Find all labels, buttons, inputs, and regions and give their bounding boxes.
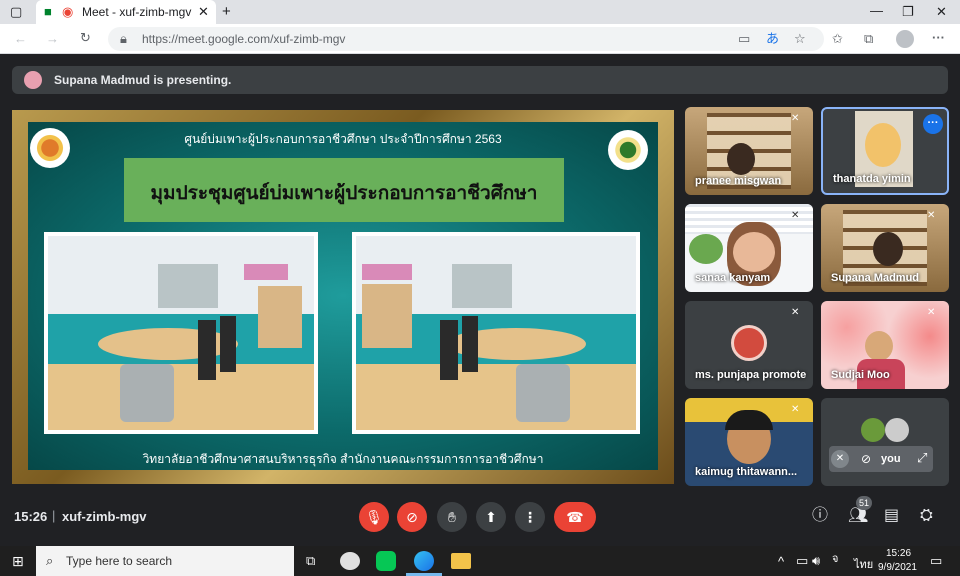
- muted-mic-icon: ✕: [791, 404, 800, 415]
- people-icon[interactable]: 👥︎: [848, 508, 868, 524]
- more-options-button[interactable]: ⋮: [515, 502, 545, 532]
- meeting-time: 15:26: [14, 509, 48, 524]
- participant-avatar: [731, 325, 767, 361]
- presenting-banner: Supana Madmud is presenting.: [12, 66, 948, 94]
- task-view-icon[interactable]: ⧉: [306, 554, 315, 567]
- maximize-icon[interactable]: ❐: [902, 5, 914, 18]
- meeting-control-bar: 15:26 | xuf-zimb-mgv 🎙︎ ⊘ ✋︎ ⬆ ⋮ ☎︎ ⓘ 👥︎…: [0, 494, 960, 540]
- raise-hand-button[interactable]: ✋︎: [437, 502, 467, 532]
- network-icon[interactable]: ▭: [796, 554, 808, 567]
- browser-tab-bar: ▢ ■ ◉ Meet - xuf-zimb-mgv ✕ + — ❐ ✕: [0, 0, 960, 24]
- chat-icon[interactable]: ▤: [884, 508, 899, 524]
- muted-mic-icon: ✕: [927, 210, 936, 221]
- forward-icon[interactable]: →: [46, 32, 59, 45]
- app-icon-explorer[interactable]: [451, 553, 471, 569]
- end-call-button[interactable]: ☎︎: [554, 502, 596, 532]
- muted-mic-icon: ✕: [927, 307, 936, 318]
- language-indicator[interactable]: ไทย: [854, 555, 873, 573]
- meeting-details-icon[interactable]: ⓘ: [812, 508, 828, 524]
- camera-icon[interactable]: ▭: [738, 32, 750, 45]
- participant-tile[interactable]: ✕ kaimug thitawann...: [685, 398, 813, 486]
- self-tile[interactable]: ✕ ⊘ you ⤢: [821, 398, 949, 486]
- expand-icon[interactable]: ⤢: [917, 450, 927, 466]
- bookmark-star-icon[interactable]: ☆: [794, 32, 806, 45]
- muted-mic-icon: ✕: [791, 113, 800, 124]
- search-placeholder: Type here to search: [66, 554, 173, 568]
- windows-taskbar: ⊞ ⌕ Type here to search ⧉ ^ ▭ 🔊︎ จ ไทย 1…: [0, 546, 960, 576]
- participant-name: pranee misgwan: [695, 175, 782, 187]
- windows-start-icon[interactable]: ⊞: [12, 554, 24, 568]
- self-mic-off-icon[interactable]: ✕: [831, 450, 849, 468]
- meeting-divider: |: [52, 508, 56, 523]
- mic-off-button[interactable]: 🎙︎: [359, 502, 389, 532]
- participant-name: Supana Madmud: [831, 272, 920, 284]
- meeting-room-photo-right: [352, 232, 640, 434]
- notifications-icon[interactable]: ▭: [930, 554, 942, 567]
- url-text: https://meet.google.com/xuf-zimb-mgv: [142, 32, 346, 46]
- more-options-icon[interactable]: ···: [923, 114, 943, 134]
- search-icon: ⌕: [46, 553, 54, 568]
- slide-header: ศูนย์บ่มเพาะผู้ประกอบการอาชีวศึกษา ประจำ…: [184, 132, 502, 146]
- camera-off-button[interactable]: ⊘: [397, 502, 427, 532]
- taskbar-search[interactable]: ⌕ Type here to search: [36, 546, 294, 576]
- collections-icon[interactable]: ⧉: [864, 32, 873, 45]
- participant-name: kaimug thitawann...: [695, 466, 798, 478]
- tray-chevron-icon[interactable]: ^: [778, 555, 784, 568]
- lock-icon: 🔒︎: [120, 31, 127, 46]
- clock-time[interactable]: 15:26: [886, 548, 911, 559]
- participant-name: Sudjai Moo: [831, 369, 890, 381]
- participant-name: thanatda yimin: [833, 173, 911, 185]
- participant-tile[interactable]: ✕ Sudjai Moo: [821, 301, 949, 389]
- reload-icon[interactable]: ↻: [80, 31, 91, 44]
- participant-tile-active[interactable]: ··· thanatda yimin: [821, 107, 949, 195]
- self-avatar: [861, 418, 885, 442]
- close-tab-icon[interactable]: ✕: [198, 5, 209, 18]
- participant-tile[interactable]: ✕ ms. punjapa promote: [685, 301, 813, 389]
- translate-icon[interactable]: あ: [766, 32, 779, 45]
- input-method-icon[interactable]: จ: [832, 554, 838, 565]
- new-tab-icon[interactable]: +: [222, 4, 231, 19]
- meet-favicon-icon: ■: [44, 4, 52, 19]
- tab-actions-icon[interactable]: ▢: [10, 5, 22, 18]
- presenter-avatar: [24, 71, 42, 89]
- muted-mic-icon: ✕: [791, 210, 800, 221]
- participant-count-badge: 51: [856, 496, 872, 510]
- meeting-code: xuf-zimb-mgv: [62, 509, 147, 524]
- slide-title: มุมประชุมศูนย์บ่มเพาะผู้ประกอบการอาชีวศึ…: [150, 183, 538, 204]
- participant-tile[interactable]: ✕ Supana Madmud: [821, 204, 949, 292]
- minimize-icon[interactable]: —: [870, 4, 883, 17]
- muted-mic-icon: ✕: [791, 307, 800, 318]
- participant-tile[interactable]: ✕ sanaa kanyam: [685, 204, 813, 292]
- present-screen-button[interactable]: ⬆: [476, 502, 506, 532]
- profile-avatar[interactable]: [896, 30, 914, 48]
- tab-title: Meet - xuf-zimb-mgv: [82, 5, 192, 19]
- browser-tab[interactable]: ■ ◉ Meet - xuf-zimb-mgv ✕: [36, 0, 216, 24]
- app-icon-paint[interactable]: [340, 552, 360, 570]
- presentation-slide: ศูนย์บ่มเพาะผู้ประกอบการอาชีวศึกษา ประจำ…: [12, 110, 674, 484]
- meeting-room-photo-left: [44, 232, 318, 434]
- slide-footer: วิทยาลัยอาชีวศึกษาศาสนบริหารธุรกิจ สำนัก…: [142, 452, 544, 466]
- self-avatar-2: [885, 418, 909, 442]
- clock-date[interactable]: 9/9/2021: [878, 562, 917, 573]
- recording-icon: ◉: [62, 4, 74, 19]
- app-icon-line[interactable]: [376, 551, 396, 571]
- self-label: you: [881, 453, 901, 465]
- self-camera-off-icon[interactable]: ⊘: [857, 450, 875, 468]
- participant-tile[interactable]: ✕ pranee misgwan: [685, 107, 813, 195]
- participant-name: ms. punjapa promote: [695, 369, 807, 381]
- browser-toolbar: ← → ↻ 🔒︎ https://meet.google.com/xuf-zim…: [0, 24, 960, 54]
- presenting-text: Supana Madmud is presenting.: [54, 73, 232, 87]
- close-window-icon[interactable]: ✕: [936, 5, 947, 18]
- favorites-icon[interactable]: ✩: [832, 32, 843, 45]
- slide-content: ศูนย์บ่มเพาะผู้ประกอบการอาชีวศึกษา ประจำ…: [28, 122, 658, 470]
- back-icon[interactable]: ←: [14, 32, 27, 45]
- activities-icon[interactable]: ⛭: [920, 508, 933, 524]
- more-icon[interactable]: ···: [932, 31, 945, 44]
- app-icon-edge[interactable]: [414, 551, 434, 571]
- volume-icon[interactable]: 🔊︎: [812, 554, 820, 567]
- address-bar[interactable]: 🔒︎ https://meet.google.com/xuf-zimb-mgv …: [108, 27, 824, 51]
- participant-name: sanaa kanyam: [695, 272, 771, 284]
- slide-title-box: มุมประชุมศูนย์บ่มเพาะผู้ประกอบการอาชีวศึ…: [124, 158, 564, 222]
